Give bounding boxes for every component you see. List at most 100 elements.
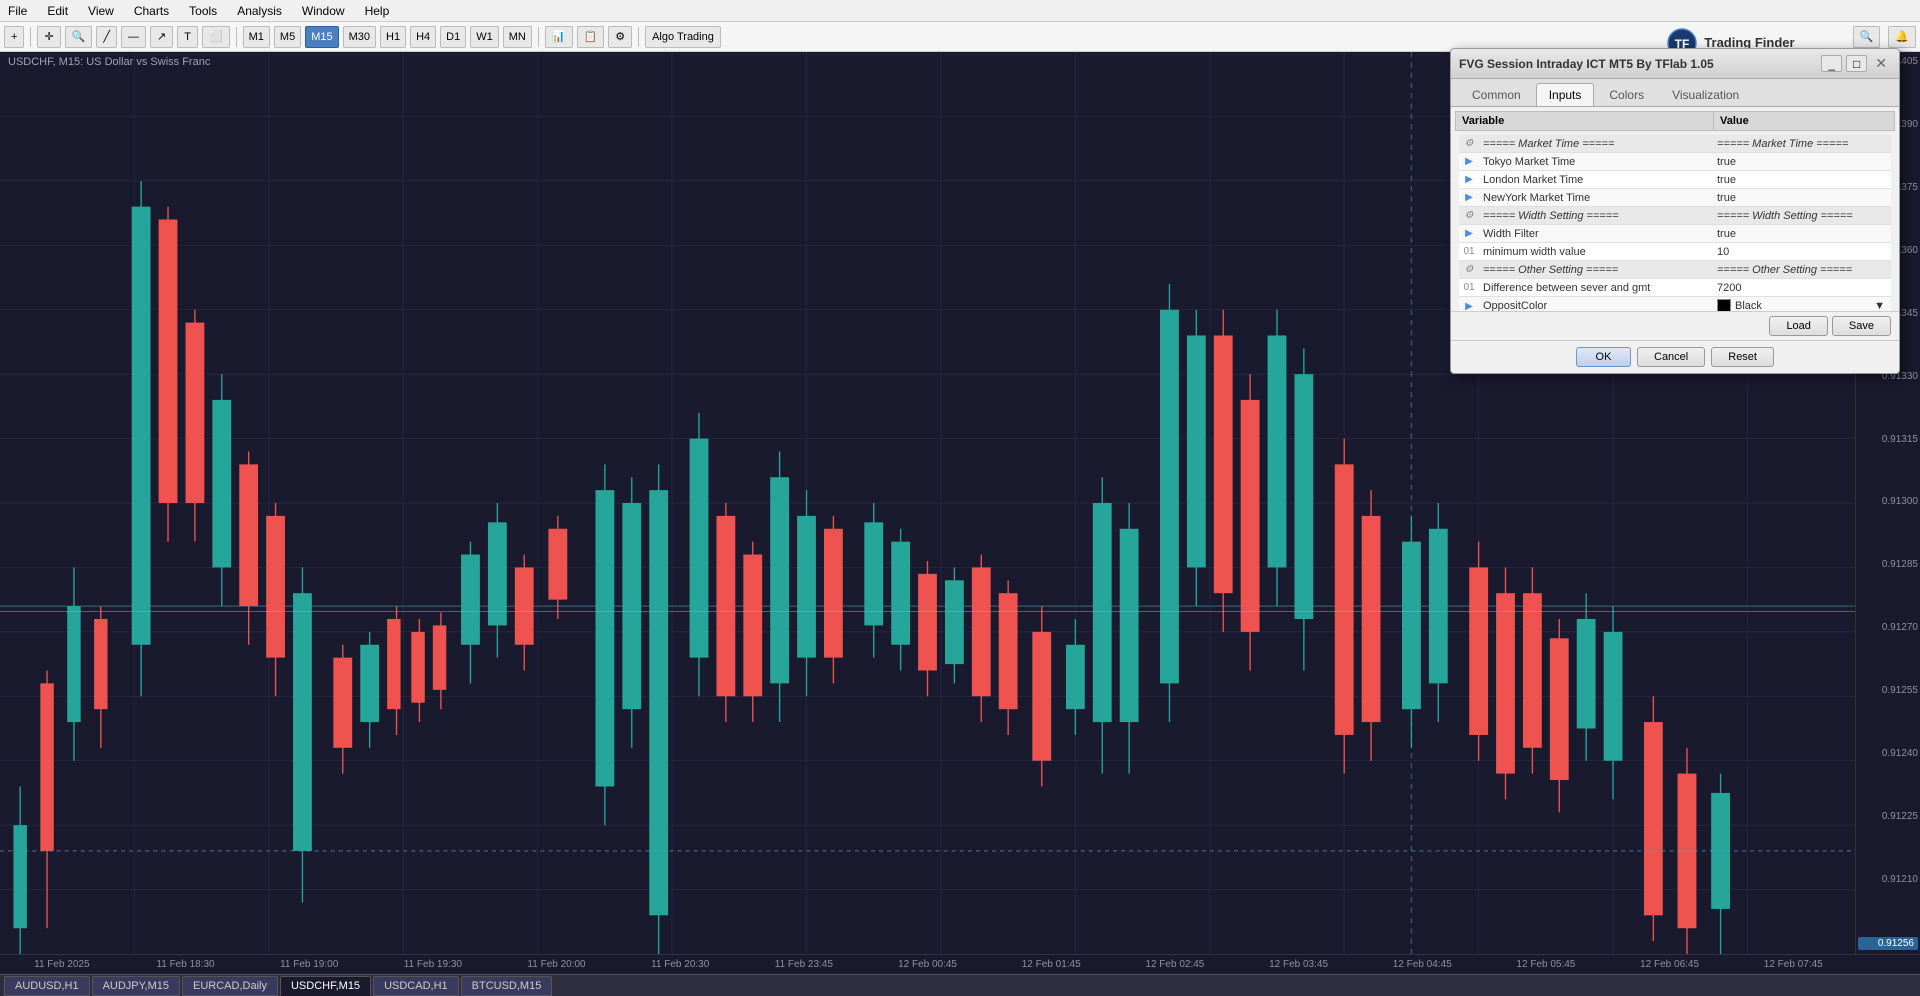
menu-charts[interactable]: Charts: [130, 2, 173, 20]
tab-common[interactable]: Common: [1459, 83, 1534, 106]
row-icon-7: ⚙: [1459, 263, 1479, 276]
tab-usdcad[interactable]: USDCAD,H1: [373, 976, 459, 996]
dialog-minimize-btn[interactable]: _: [1821, 55, 1842, 72]
table-row-newyork[interactable]: ▶ NewYork Market Time true: [1459, 189, 1891, 207]
tf-m30[interactable]: M30: [343, 26, 376, 48]
search-btn[interactable]: 🔍: [1853, 26, 1881, 48]
time-10: 12 Feb 03:45: [1237, 959, 1361, 970]
zoom-in-btn[interactable]: 🔍: [65, 26, 93, 48]
crosshair-btn[interactable]: ✛: [37, 26, 60, 48]
dialog-footer: OK Cancel Reset: [1451, 340, 1899, 373]
save-btn[interactable]: Save: [1832, 316, 1891, 336]
row-icon-0: ⚙: [1459, 137, 1479, 150]
row-var-9: OppositColor: [1479, 298, 1711, 311]
indicators-btn[interactable]: 📊: [545, 26, 573, 48]
color-dropdown[interactable]: Black ▼: [1717, 299, 1885, 311]
horizontal-btn[interactable]: —: [121, 26, 146, 48]
table-row-tokyo[interactable]: ▶ Tokyo Market Time true: [1459, 153, 1891, 171]
table-row-min-width[interactable]: 01 minimum width value 10: [1459, 243, 1891, 261]
tab-usdchf[interactable]: USDCHF,M15: [280, 976, 371, 996]
menu-help[interactable]: Help: [361, 2, 394, 20]
table-row-width-filter[interactable]: ▶ Width Filter true: [1459, 225, 1891, 243]
algo-trading-btn[interactable]: Algo Trading: [645, 26, 721, 48]
tf-m5[interactable]: M5: [274, 26, 301, 48]
tab-eurcad[interactable]: EURCAD,Daily: [182, 976, 278, 996]
shape-btn[interactable]: ⬜: [202, 26, 230, 48]
row-val-1[interactable]: true: [1711, 154, 1891, 170]
dialog-tabs: Common Inputs Colors Visualization: [1451, 79, 1899, 107]
menu-tools[interactable]: Tools: [185, 2, 221, 20]
col-header-variable: Variable: [1456, 112, 1714, 130]
row-var-6: minimum width value: [1479, 244, 1711, 260]
dialog-table[interactable]: ⚙ ===== Market Time ===== ===== Market T…: [1455, 131, 1895, 311]
line-btn[interactable]: ╱: [96, 26, 117, 48]
price-11: 0.91240: [1858, 748, 1918, 759]
tab-colors[interactable]: Colors: [1596, 83, 1657, 106]
row-icon-8: 01: [1459, 281, 1479, 294]
tab-btcusd[interactable]: BTCUSD,M15: [461, 976, 553, 996]
row-icon-2: ▶: [1459, 173, 1479, 186]
row-var-3: NewYork Market Time: [1479, 190, 1711, 206]
arrow-icon-3: ▶: [1465, 192, 1473, 203]
tab-audjpy[interactable]: AUDJPY,M15: [92, 976, 180, 996]
row-val-4: ===== Width Setting =====: [1711, 208, 1891, 224]
tf-h4[interactable]: H4: [410, 26, 436, 48]
row-val-5[interactable]: true: [1711, 226, 1891, 242]
tf-w1[interactable]: W1: [470, 26, 499, 48]
row-val-2[interactable]: true: [1711, 172, 1891, 188]
dialog-close-btn[interactable]: ✕: [1871, 55, 1891, 72]
row-val-3[interactable]: true: [1711, 190, 1891, 206]
table-row-market-time-header: ⚙ ===== Market Time ===== ===== Market T…: [1459, 135, 1891, 153]
price-8: 0.91285: [1858, 559, 1918, 570]
time-8: 12 Feb 01:45: [989, 959, 1113, 970]
toolbar-sep-3: [538, 27, 539, 47]
table-row-diff-sever-gmt[interactable]: 01 Difference between sever and gmt 7200: [1459, 279, 1891, 297]
row-icon-1: ▶: [1459, 155, 1479, 168]
dialog-maximize-btn[interactable]: □: [1846, 55, 1867, 72]
new-chart-btn[interactable]: +: [4, 26, 24, 48]
tf-m1[interactable]: M1: [243, 26, 270, 48]
load-btn[interactable]: Load: [1769, 316, 1827, 336]
toolbar-sep-4: [638, 27, 639, 47]
menu-window[interactable]: Window: [298, 2, 349, 20]
text-btn[interactable]: T: [177, 26, 198, 48]
reset-btn[interactable]: Reset: [1711, 347, 1774, 367]
price-6: 0.91315: [1858, 434, 1918, 445]
toolbar-sep-1: [30, 27, 31, 47]
toolbar-sep-2: [236, 27, 237, 47]
row-var-7: ===== Other Setting =====: [1479, 262, 1711, 278]
tf-h1[interactable]: H1: [380, 26, 406, 48]
row-val-0: ===== Market Time =====: [1711, 136, 1891, 152]
tf-mn[interactable]: MN: [503, 26, 532, 48]
tab-audusd[interactable]: AUDUSD,H1: [4, 976, 90, 996]
notification-btn[interactable]: 🔔: [1888, 26, 1916, 48]
arrow-btn[interactable]: ↗: [150, 26, 173, 48]
settings-btn[interactable]: ⚙: [608, 26, 632, 48]
row-icon-4: ⚙: [1459, 209, 1479, 222]
tf-m15[interactable]: M15: [305, 26, 338, 48]
template-btn[interactable]: 📋: [577, 26, 605, 48]
row-val-9[interactable]: Black ▼: [1711, 297, 1891, 311]
menu-edit[interactable]: Edit: [43, 2, 72, 20]
gear-icon-4: ⚙: [1465, 210, 1474, 221]
chart-symbol: USDCHF, M15: US Dollar vs Swiss Franc: [8, 56, 210, 68]
menu-view[interactable]: View: [84, 2, 118, 20]
dialog: FVG Session Intraday ICT MT5 By TFlab 1.…: [1450, 48, 1900, 374]
cancel-btn[interactable]: Cancel: [1637, 347, 1705, 367]
table-row-opposit-color[interactable]: ▶ OppositColor Black ▼: [1459, 297, 1891, 311]
menu-file[interactable]: File: [4, 2, 31, 20]
row-icon-6: 01: [1459, 245, 1479, 258]
number-icon-8: 01: [1463, 282, 1474, 293]
ok-btn[interactable]: OK: [1576, 347, 1631, 367]
table-row-london[interactable]: ▶ London Market Time true: [1459, 171, 1891, 189]
row-val-6[interactable]: 10: [1711, 244, 1891, 260]
tf-d1[interactable]: D1: [440, 26, 466, 48]
row-val-8[interactable]: 7200: [1711, 280, 1891, 296]
row-icon-5: ▶: [1459, 227, 1479, 240]
time-13: 12 Feb 06:45: [1608, 959, 1732, 970]
dropdown-arrow-icon[interactable]: ▼: [1874, 300, 1885, 311]
time-2: 11 Feb 19:00: [247, 959, 371, 970]
tab-visualization[interactable]: Visualization: [1659, 83, 1752, 106]
menu-analysis[interactable]: Analysis: [233, 2, 286, 20]
tab-inputs[interactable]: Inputs: [1536, 83, 1595, 106]
